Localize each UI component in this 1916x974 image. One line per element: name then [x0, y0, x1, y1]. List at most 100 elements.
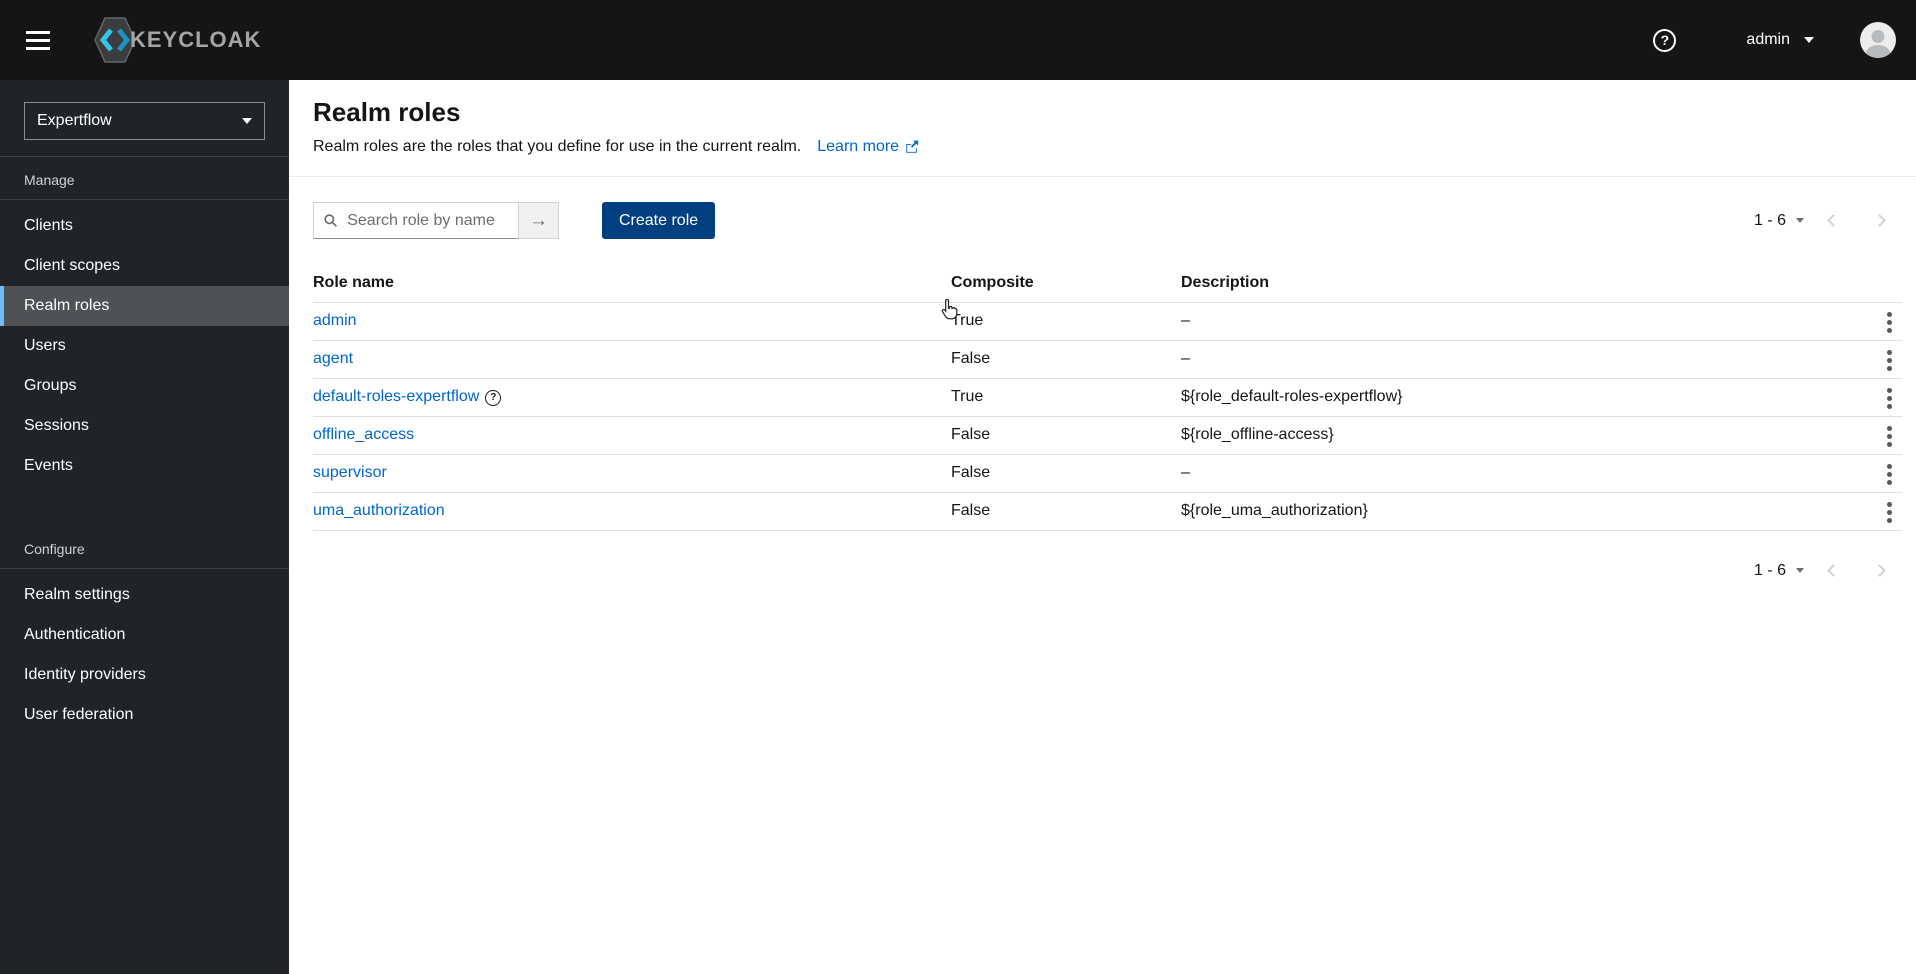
- sidebar-item-events[interactable]: Events: [0, 446, 289, 486]
- hamburger-menu-icon: [26, 30, 50, 34]
- pagination-next-button[interactable]: [1856, 553, 1902, 589]
- topbar-right: ? admin: [1647, 22, 1916, 58]
- caret-down-icon: [1804, 37, 1814, 43]
- sidebar-item-clients[interactable]: Clients: [0, 206, 289, 246]
- composite-value: False: [951, 340, 1181, 379]
- sidebar-item-label: Authentication: [24, 626, 126, 643]
- role-name-link[interactable]: admin: [313, 312, 357, 329]
- brand-name: KEYCLOAK: [130, 27, 262, 52]
- chevron-right-icon: [1872, 564, 1886, 577]
- sidebar-item-client-scopes[interactable]: Client scopes: [0, 246, 289, 286]
- table-row: default-roles-expertflow? True ${role_defa…: [313, 378, 1902, 417]
- sidebar-item-label: Sessions: [24, 417, 89, 434]
- sidebar-item-users[interactable]: Users: [0, 326, 289, 366]
- search-input-wrap: [314, 203, 518, 239]
- pagination-next-button[interactable]: [1856, 203, 1902, 239]
- sidebar-item-label: Client scopes: [24, 257, 121, 274]
- row-actions-kebab-button[interactable]: [1877, 496, 1902, 529]
- sidebar-item-label: Events: [24, 457, 73, 474]
- nav-section-title: Manage: [0, 157, 289, 200]
- keycloak-logo[interactable]: KEYCLOAK: [92, 15, 261, 65]
- description-value: ${role_offline-access}: [1181, 416, 1838, 455]
- avatar[interactable]: [1860, 22, 1896, 58]
- chevron-left-icon: [1826, 214, 1840, 227]
- role-name-link[interactable]: uma_authorization: [313, 502, 445, 519]
- sidebar-item-realm-roles[interactable]: Realm roles: [0, 286, 289, 326]
- learn-more-link[interactable]: Learn more: [817, 138, 919, 156]
- search-submit-button[interactable]: →: [518, 203, 558, 238]
- role-name-link[interactable]: supervisor: [313, 464, 387, 481]
- table-row: agent False –: [313, 340, 1902, 379]
- pagination-bottom: 1 - 6: [313, 553, 1902, 589]
- row-actions-kebab-button[interactable]: [1877, 306, 1902, 339]
- realm-selector[interactable]: Expertflow: [24, 102, 265, 140]
- main-content: Realm roles Realm roles are the roles th…: [289, 80, 1916, 974]
- hamburger-menu-button[interactable]: [18, 20, 58, 60]
- column-header-actions: [1838, 264, 1902, 303]
- role-name-link[interactable]: agent: [313, 350, 353, 367]
- realm-roles-table: Role name Composite Description admin Tru…: [313, 264, 1902, 531]
- avatar-person-icon: [1871, 30, 1885, 43]
- row-actions-kebab-button[interactable]: [1877, 420, 1902, 453]
- page-header: Realm roles Realm roles are the roles th…: [289, 80, 1916, 177]
- roles-toolbar: → Create role 1 - 6: [313, 202, 1902, 239]
- sidebar-item-authentication[interactable]: Authentication: [0, 615, 289, 655]
- pagination-range-toggle[interactable]: 1 - 6: [1748, 211, 1810, 231]
- pagination-range: 1 - 6: [1753, 561, 1786, 579]
- description-value: –: [1181, 340, 1838, 379]
- pagination-prev-button[interactable]: [1810, 553, 1856, 589]
- table-row: uma_authorization False ${role_uma_authori…: [313, 492, 1902, 531]
- pagination-range-toggle[interactable]: 1 - 6: [1748, 561, 1810, 581]
- sidebar-item-groups[interactable]: Groups: [0, 366, 289, 406]
- row-actions-kebab-button[interactable]: [1877, 458, 1902, 491]
- page-title: Realm roles: [313, 97, 461, 127]
- description-value: ${role_default-roles-expertflow}: [1181, 378, 1838, 417]
- role-name-link[interactable]: default-roles-expertflow: [313, 388, 479, 405]
- sidebar-nav: Manage Clients Client scopes Realm roles Use…: [0, 157, 289, 735]
- caret-down-icon: [1796, 218, 1804, 223]
- nav-section: Configure Realm settings Authentication Ide…: [0, 526, 289, 735]
- create-role-button[interactable]: Create role: [602, 202, 716, 239]
- nav-section: Manage Clients Client scopes Realm roles Use…: [0, 157, 289, 486]
- sidebar-item-label: Users: [24, 337, 66, 354]
- sidebar-item-label: User federation: [24, 706, 134, 723]
- sidebar-item-realm-settings[interactable]: Realm settings: [0, 575, 289, 615]
- column-header-composite: Composite: [951, 264, 1181, 303]
- composite-value: False: [951, 416, 1181, 455]
- pagination-prev-button[interactable]: [1810, 203, 1856, 239]
- pagination-top: 1 - 6: [1748, 203, 1902, 239]
- description-value: –: [1181, 454, 1838, 493]
- question-circle-icon[interactable]: ?: [485, 389, 502, 406]
- username: admin: [1746, 31, 1790, 48]
- sidebar-item-label: Groups: [24, 377, 77, 394]
- realm-selector-wrap: Expertflow: [0, 80, 289, 157]
- table-row: supervisor False –: [313, 454, 1902, 493]
- search-role-control: →: [313, 202, 559, 239]
- column-header-role-name: Role name: [313, 264, 951, 303]
- table-row: offline_access False ${role_offline-access…: [313, 416, 1902, 455]
- table-header-row: Role name Composite Description: [313, 264, 1902, 303]
- sidebar-item-label: Realm roles: [24, 297, 110, 314]
- role-name-link[interactable]: offline_access: [313, 426, 414, 443]
- sidebar-item-identity-providers[interactable]: Identity providers: [0, 655, 289, 695]
- table-row: admin True –: [313, 302, 1902, 341]
- column-header-description: Description: [1181, 264, 1838, 303]
- row-actions-kebab-button[interactable]: [1877, 382, 1902, 415]
- sidebar-item-label: Identity providers: [24, 666, 146, 683]
- user-menu-button[interactable]: admin: [1740, 30, 1820, 50]
- page-subtitle-text: Realm roles are the roles that you defin…: [313, 138, 802, 155]
- sidebar-item-user-federation[interactable]: User federation: [0, 695, 289, 735]
- sidebar-item-sessions[interactable]: Sessions: [0, 406, 289, 446]
- composite-value: False: [951, 492, 1181, 531]
- external-link-icon: [906, 140, 919, 153]
- row-actions-kebab-button[interactable]: [1877, 344, 1902, 377]
- nav-section-title: Configure: [0, 526, 289, 569]
- search-role-input[interactable]: [345, 210, 508, 231]
- help-button[interactable]: ?: [1647, 28, 1682, 53]
- caret-down-icon: [242, 118, 252, 124]
- caret-down-icon: [1796, 568, 1804, 573]
- search-icon: [324, 214, 337, 227]
- chevron-left-icon: [1826, 564, 1840, 577]
- composite-value: True: [951, 302, 1181, 341]
- composite-value: False: [951, 454, 1181, 493]
